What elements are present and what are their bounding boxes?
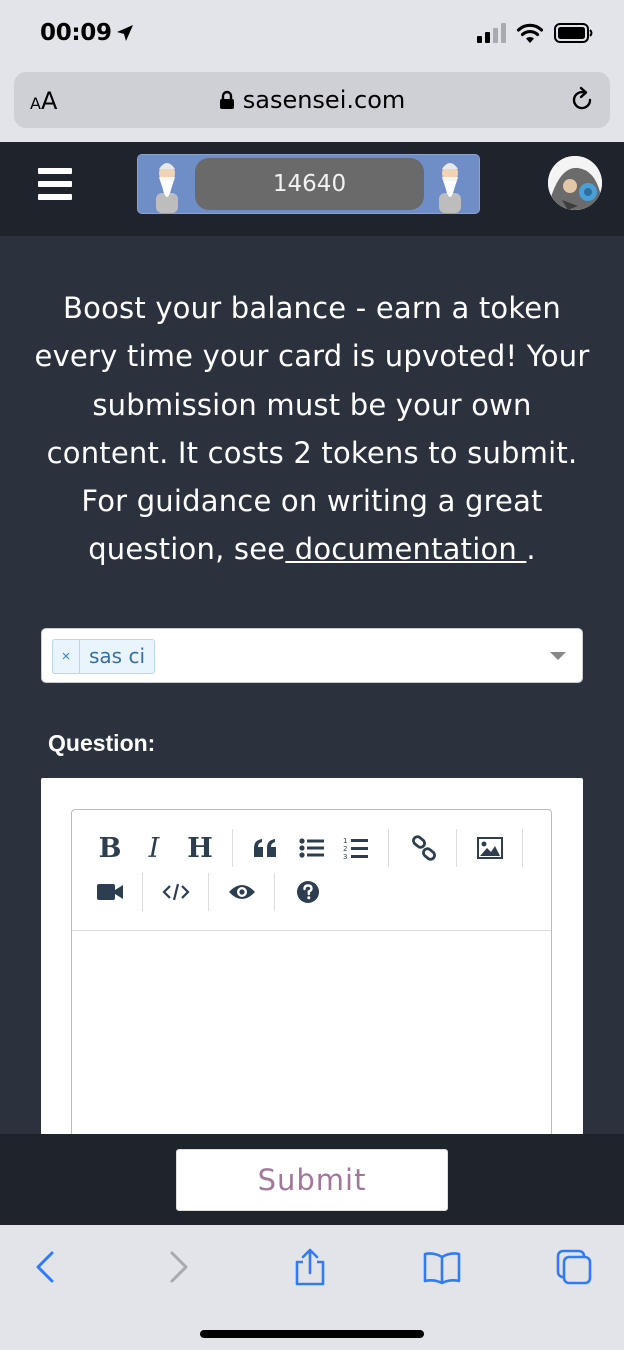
intro-text: Boost your balance - earn a token every … bbox=[30, 284, 594, 574]
submit-bar: Submit bbox=[0, 1134, 624, 1225]
bulleted-list-button[interactable] bbox=[292, 830, 332, 866]
svg-text:1: 1 bbox=[343, 837, 347, 845]
toolbar-divider bbox=[142, 873, 143, 911]
back-icon[interactable] bbox=[26, 1247, 66, 1287]
avatar-image bbox=[548, 156, 602, 210]
quote-icon bbox=[254, 839, 276, 857]
cellular-signal-icon bbox=[477, 23, 506, 43]
toolbar-divider bbox=[388, 829, 389, 867]
editor-toolbar: B I H 123 bbox=[72, 810, 551, 931]
sensei-icon bbox=[439, 163, 461, 213]
code-icon bbox=[162, 883, 190, 901]
toolbar-divider bbox=[232, 829, 233, 867]
video-icon bbox=[97, 884, 123, 900]
domain-text: sasensei.com bbox=[242, 86, 406, 114]
image-icon bbox=[477, 837, 503, 859]
address-domain[interactable]: sasensei.com bbox=[14, 86, 610, 114]
status-indicators bbox=[477, 22, 594, 44]
bold-button[interactable]: B bbox=[90, 830, 130, 866]
tabs-icon[interactable] bbox=[554, 1247, 594, 1287]
toolbar-divider bbox=[456, 829, 457, 867]
ios-browser-bottom bbox=[0, 1225, 624, 1350]
numbered-list-button[interactable]: 123 bbox=[336, 830, 376, 866]
documentation-link[interactable]: documentation bbox=[285, 532, 526, 566]
svg-text:2: 2 bbox=[343, 845, 347, 853]
editor-card: B I H 123 bbox=[41, 778, 583, 1149]
submit-button[interactable]: Submit bbox=[176, 1149, 448, 1211]
sensei-icon bbox=[156, 163, 178, 213]
share-icon[interactable] bbox=[290, 1247, 330, 1287]
forward-icon[interactable] bbox=[158, 1247, 198, 1287]
quote-button[interactable] bbox=[246, 830, 286, 866]
eye-icon bbox=[229, 885, 255, 899]
heading-button[interactable]: H bbox=[180, 830, 220, 866]
bulleted-list-icon bbox=[299, 838, 324, 858]
help-button[interactable] bbox=[288, 874, 328, 910]
avatar[interactable] bbox=[548, 156, 602, 210]
toolbar-divider bbox=[208, 873, 209, 911]
toolbar-divider bbox=[274, 873, 275, 911]
chevron-down-icon[interactable] bbox=[550, 652, 566, 660]
tag-label: sas ci bbox=[89, 644, 146, 668]
home-indicator bbox=[200, 1330, 424, 1338]
wifi-icon bbox=[516, 23, 544, 43]
intro-body: Boost your balance - earn a token every … bbox=[34, 291, 590, 567]
app-header: 14640 bbox=[0, 142, 624, 236]
toolbar-divider bbox=[522, 829, 523, 867]
numbered-list-icon: 123 bbox=[343, 837, 368, 860]
image-button[interactable] bbox=[470, 830, 510, 866]
lock-icon bbox=[219, 90, 234, 109]
menu-icon[interactable] bbox=[38, 168, 72, 200]
address-bar[interactable]: AA sasensei.com bbox=[14, 72, 610, 128]
reload-icon[interactable] bbox=[568, 86, 596, 114]
bookmarks-icon[interactable] bbox=[422, 1247, 462, 1287]
video-button[interactable] bbox=[90, 874, 130, 910]
intro-trailing: . bbox=[526, 532, 536, 567]
balance-value: 14640 bbox=[195, 158, 424, 210]
balance-widget[interactable]: 14640 bbox=[137, 154, 480, 214]
tag-chip: × sas ci bbox=[52, 639, 156, 674]
heading-icon: H bbox=[187, 832, 213, 864]
markdown-editor: B I H 123 bbox=[71, 809, 552, 1149]
remove-tag-button[interactable]: × bbox=[53, 640, 80, 673]
question-label: Question: bbox=[48, 730, 156, 756]
italic-button[interactable]: I bbox=[134, 830, 174, 866]
battery-icon bbox=[554, 23, 593, 43]
svg-text:3: 3 bbox=[343, 853, 347, 860]
link-icon bbox=[412, 835, 436, 861]
italic-icon: I bbox=[148, 832, 160, 864]
preview-button[interactable] bbox=[222, 874, 262, 910]
question-textarea[interactable] bbox=[72, 931, 551, 1149]
status-time: 00:09 bbox=[40, 20, 112, 46]
link-button[interactable] bbox=[404, 830, 444, 866]
location-arrow-icon bbox=[117, 25, 133, 41]
bold-icon: B bbox=[98, 832, 122, 864]
help-icon bbox=[297, 881, 319, 903]
ios-browser-top: 00:09 AA sasensei.com bbox=[0, 0, 624, 142]
tag-select[interactable]: × sas ci bbox=[41, 628, 583, 683]
code-button[interactable] bbox=[156, 874, 196, 910]
